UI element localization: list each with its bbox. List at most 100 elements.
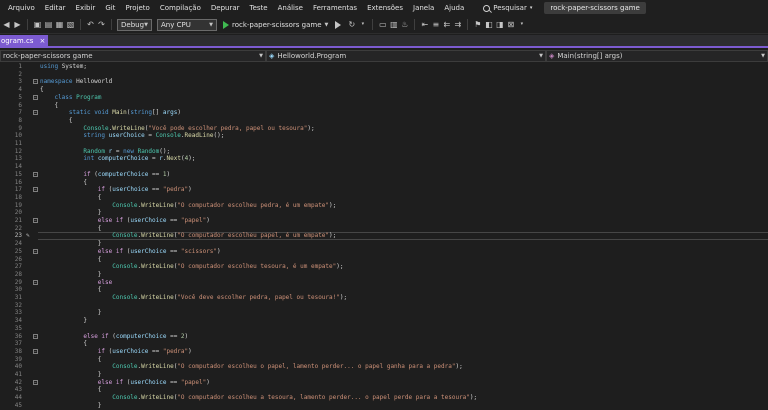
code-line[interactable]: 20 } — [0, 209, 768, 217]
code-line[interactable]: 9 Console.WriteLine("Você pode escolher … — [0, 125, 768, 133]
code-line[interactable]: 8 { — [0, 117, 768, 125]
forward-icon[interactable]: ▶ — [13, 20, 22, 29]
code-line[interactable]: 13 int computerChoice = r.Next(4); — [0, 155, 768, 163]
comment-icon[interactable]: ≡ — [431, 20, 440, 29]
menu-teste[interactable]: Teste — [245, 0, 273, 16]
code-line[interactable]: 14 — [0, 163, 768, 171]
code-line[interactable]: 35 — [0, 325, 768, 333]
code-line[interactable]: 17 − if (userChoice == "pedra") — [0, 186, 768, 194]
code-line[interactable]: 41 } — [0, 371, 768, 379]
menu-janela[interactable]: Janela — [408, 0, 439, 16]
new-item-icon[interactable]: ▣ — [33, 20, 42, 29]
code-line[interactable]: 45 } — [0, 402, 768, 410]
menu-arquivo[interactable]: Arquivo — [0, 0, 40, 16]
code-line[interactable]: 7 − static void Main(string[] args) — [0, 109, 768, 117]
collapse-icon[interactable]: − — [33, 187, 38, 193]
search-button[interactable]: Pesquisar ▾ — [479, 4, 536, 12]
outdent-icon[interactable]: ⇇ — [442, 20, 451, 29]
collapse-icon[interactable]: − — [33, 79, 38, 85]
menu-depurar[interactable]: Depurar — [206, 0, 245, 16]
code-line[interactable]: 44 Console.WriteLine("O computador escol… — [0, 394, 768, 402]
menu-editar[interactable]: Editar — [40, 0, 71, 16]
menu-extensoes[interactable]: Extensões — [362, 0, 408, 16]
code-line[interactable]: 26 { — [0, 256, 768, 264]
member-dropdown[interactable]: ◈ Main(string[] args) ▼ — [546, 50, 768, 62]
platform-select[interactable]: Any CPU ▼ — [157, 18, 217, 31]
collapse-icon[interactable]: − — [33, 348, 38, 354]
class-dropdown[interactable]: ◈ Helloworld.Program ▼ — [266, 50, 546, 62]
project-dropdown[interactable]: rock-paper-scissors game ▼ — [0, 50, 266, 62]
code-line[interactable]: 3 − namespace Helloworld — [0, 78, 768, 86]
close-icon[interactable]: × — [39, 35, 45, 48]
edit-pencil-icon[interactable]: ✎ — [26, 232, 30, 240]
menu-ajuda[interactable]: Ajuda — [439, 0, 469, 16]
menu-analise[interactable]: Análise — [273, 0, 308, 16]
configuration-select[interactable]: Debug ▼ — [117, 18, 152, 31]
prev-bookmark-icon[interactable]: ◧ — [484, 20, 493, 29]
code-line[interactable]: 1 using System; — [0, 63, 768, 71]
browser-link-icon[interactable]: ▭ — [378, 20, 387, 29]
code-line[interactable]: 21 − else if (userChoice == "papel") — [0, 217, 768, 225]
code-line[interactable]: 32 — [0, 302, 768, 310]
save-icon[interactable]: ▦ — [55, 20, 64, 29]
code-line[interactable]: 30 { — [0, 286, 768, 294]
save-all-icon[interactable]: ▧ — [66, 20, 75, 29]
collapse-icon[interactable]: − — [33, 110, 38, 116]
code-line[interactable]: 15 − if (computerChoice == 1) — [0, 171, 768, 179]
code-line[interactable]: 38 − if (userChoice == "pedra") — [0, 348, 768, 356]
code-line[interactable]: 37 { — [0, 340, 768, 348]
collapse-icon[interactable]: − — [33, 333, 38, 339]
collapse-icon[interactable]: − — [33, 279, 38, 285]
collapse-icon[interactable]: − — [33, 218, 38, 223]
indent-icon[interactable]: ⇉ — [453, 20, 462, 29]
code-line[interactable]: 22 { — [0, 225, 768, 233]
code-line[interactable]: ✎ 23 Console.WriteLine("O computador esco… — [0, 232, 768, 241]
collapse-icon[interactable]: − — [33, 171, 38, 177]
menu-git[interactable]: Git — [100, 0, 120, 16]
open-folder-icon[interactable]: ▤ — [44, 20, 53, 29]
tab-program-cs[interactable]: ogram.cs × — [0, 35, 48, 48]
code-line[interactable]: 31 Console.WriteLine("Você deve escolher… — [0, 294, 768, 302]
code-line[interactable]: 11 — [0, 140, 768, 148]
collapse-icon[interactable]: − — [33, 94, 38, 100]
code-line[interactable]: 6 { — [0, 102, 768, 110]
redo-icon[interactable]: ↷ — [97, 20, 106, 29]
back-icon[interactable]: ◀ — [2, 20, 11, 29]
code-line[interactable]: 25 − else if (userChoice == "scissors") — [0, 248, 768, 256]
chevron-down-icon[interactable]: ▾ — [517, 20, 526, 29]
code-line[interactable]: 43 { — [0, 386, 768, 394]
start-without-debug-icon[interactable] — [335, 20, 342, 29]
refresh-icon[interactable]: ↻ — [347, 20, 356, 29]
code-line[interactable]: 27 Console.WriteLine("O computador escol… — [0, 263, 768, 271]
code-line[interactable]: 28 } — [0, 271, 768, 279]
clear-bookmarks-icon[interactable]: ⊠ — [506, 20, 515, 29]
code-line[interactable]: 19 Console.WriteLine("O computador escol… — [0, 202, 768, 210]
code-line[interactable]: 10 string userChoice = Console.ReadLine(… — [0, 132, 768, 140]
chevron-down-icon[interactable]: ▾ — [358, 20, 367, 29]
code-line[interactable]: 29 − else — [0, 279, 768, 287]
code-line[interactable]: 5 − class Program — [0, 94, 768, 102]
menu-compilacao[interactable]: Compilação — [155, 0, 206, 16]
menu-ferramentas[interactable]: Ferramentas — [308, 0, 362, 16]
undo-icon[interactable]: ↶ — [86, 20, 95, 29]
bookmark-icon[interactable]: ⚑ — [473, 20, 482, 29]
collapse-icon[interactable]: − — [33, 379, 38, 385]
code-line[interactable]: 39 { — [0, 356, 768, 364]
next-bookmark-icon[interactable]: ◨ — [495, 20, 504, 29]
menu-projeto[interactable]: Projeto — [120, 0, 154, 16]
code-line[interactable]: 36 − else if (computerChoice == 2) — [0, 333, 768, 341]
hot-reload-icon[interactable]: ♨ — [400, 20, 409, 29]
code-editor[interactable]: 1 using System; 2 3− namespace Helloworld 4{5… — [0, 62, 768, 410]
code-line[interactable]: 18 { — [0, 194, 768, 202]
run-button[interactable]: rock-paper-scissors game ▼ — [223, 20, 328, 29]
code-line[interactable]: 2 — [0, 71, 768, 79]
code-line[interactable]: 4{ — [0, 86, 768, 94]
menu-exibir[interactable]: Exibir — [71, 0, 101, 16]
collapse-icon[interactable]: − — [33, 248, 38, 254]
step-icon[interactable]: ⇤ — [420, 20, 429, 29]
code-line[interactable]: 40 Console.WriteLine("O computador escol… — [0, 363, 768, 371]
code-line[interactable]: 34 } — [0, 317, 768, 325]
code-line[interactable]: 12 Random r = new Random(); — [0, 148, 768, 156]
code-line[interactable]: 16 { — [0, 179, 768, 187]
code-line[interactable]: 42 − else if (userChoice == "papel") — [0, 379, 768, 387]
